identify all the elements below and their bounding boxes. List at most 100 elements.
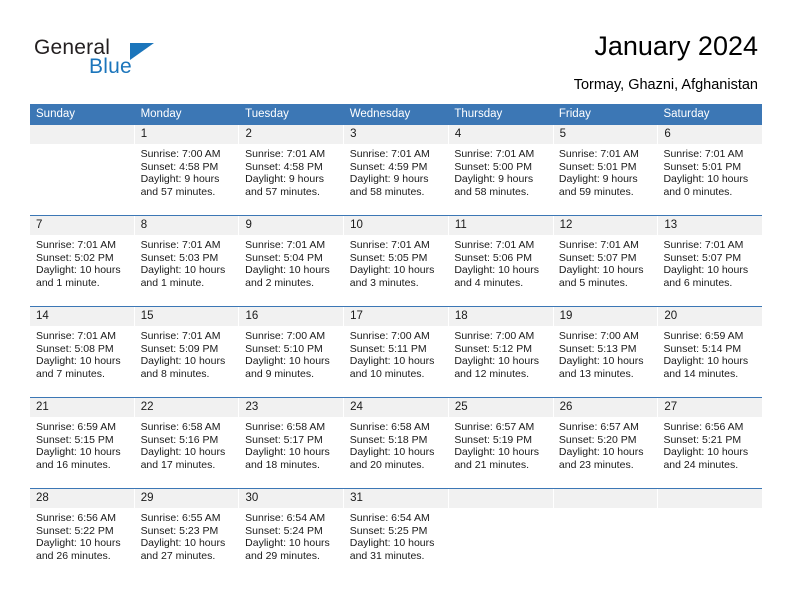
daylight-text-cont: and 27 minutes.: [140, 549, 216, 562]
calendar-week-row: 21 22 23 24 25 26 27 Sunrise: 6:59 AM Sunset: 5:…: [30, 397, 762, 488]
calendar-grid: Sunday Monday Tuesday Wednesday Thursday Frid…: [30, 104, 762, 578]
day-number-12[interactable]: 12: [554, 216, 659, 235]
day-number-24[interactable]: 24: [344, 398, 449, 417]
sunset-text: Sunset: 4:58 PM: [245, 160, 323, 173]
day-number-empty: [449, 489, 554, 508]
day-cell-1[interactable]: Sunrise: 7:00 AM Sunset: 4:58 PM Daylight:…: [135, 144, 240, 215]
sunset-text: Sunset: 5:21 PM: [663, 433, 742, 446]
daylight-text-cont: and 17 minutes.: [140, 458, 216, 471]
day-number-28[interactable]: 28: [30, 489, 135, 508]
sunrise-text: Sunrise: 6:58 AM: [245, 421, 326, 433]
day-cell-22[interactable]: Sunrise: 6:58 AM Sunset: 5:16 PM Daylight:…: [135, 417, 240, 488]
day-cell-6[interactable]: Sunrise: 7:01 AM Sunset: 5:01 PM Daylight:…: [657, 144, 762, 215]
day-number-17[interactable]: 17: [344, 307, 449, 326]
daylight-text-cont: and 26 minutes.: [36, 549, 111, 562]
sunset-text: Sunset: 5:17 PM: [245, 433, 323, 446]
sunset-text: Sunset: 5:22 PM: [36, 524, 114, 537]
sunset-text: Sunset: 4:59 PM: [349, 160, 428, 173]
day-number-7[interactable]: 7: [30, 216, 135, 235]
daylight-text: Daylight: 10 hours: [140, 264, 226, 277]
sunset-text: Sunset: 5:20 PM: [558, 433, 637, 446]
weekday-header-row: Sunday Monday Tuesday Wednesday Thursday Frid…: [30, 104, 762, 125]
day-cell-30[interactable]: Sunrise: 6:54 AM Sunset: 5:24 PM Daylight:…: [239, 508, 344, 578]
day-cell-2[interactable]: Sunrise: 7:01 AM Sunset: 4:58 PM Daylight:…: [239, 144, 344, 215]
day-cell-4[interactable]: Sunrise: 7:01 AM Sunset: 5:00 PM Daylight:…: [448, 144, 553, 215]
day-cell-23[interactable]: Sunrise: 6:58 AM Sunset: 5:17 PM Daylight:…: [239, 417, 344, 488]
day-number-25[interactable]: 25: [449, 398, 554, 417]
day-number-15[interactable]: 15: [135, 307, 240, 326]
day-number-27[interactable]: 27: [658, 398, 762, 417]
sunset-text: Sunset: 5:07 PM: [558, 251, 637, 264]
day-cell-24[interactable]: Sunrise: 6:58 AM Sunset: 5:18 PM Daylight:…: [344, 417, 449, 488]
day-number-18[interactable]: 18: [449, 307, 554, 326]
day-cell-28[interactable]: Sunrise: 6:56 AM Sunset: 5:22 PM Daylight:…: [30, 508, 135, 578]
sunset-text: Sunset: 5:03 PM: [140, 251, 219, 264]
day-number-19[interactable]: 19: [554, 307, 659, 326]
day-cell-31[interactable]: Sunrise: 6:54 AM Sunset: 5:25 PM Daylight:…: [344, 508, 449, 578]
day-detail-row: Sunrise: 7:01 AM Sunset: 5:08 PM Daylight:…: [30, 326, 762, 397]
day-cell-19[interactable]: Sunrise: 7:00 AM Sunset: 5:13 PM Daylight:…: [553, 326, 658, 397]
day-cell-26[interactable]: Sunrise: 6:57 AM Sunset: 5:20 PM Daylight:…: [553, 417, 658, 488]
sunset-text: Sunset: 5:12 PM: [454, 342, 532, 355]
day-number-10[interactable]: 10: [344, 216, 449, 235]
day-cell-14[interactable]: Sunrise: 7:01 AM Sunset: 5:08 PM Daylight:…: [30, 326, 135, 397]
day-cell-17[interactable]: Sunrise: 7:00 AM Sunset: 5:11 PM Daylight:…: [344, 326, 449, 397]
day-number-21[interactable]: 21: [30, 398, 135, 417]
day-cell-7[interactable]: Sunrise: 7:01 AM Sunset: 5:02 PM Daylight:…: [30, 235, 135, 306]
daylight-text-cont: and 5 minutes.: [558, 276, 628, 289]
sunrise-text: Sunrise: 7:01 AM: [663, 148, 744, 160]
day-number-5[interactable]: 5: [554, 125, 659, 144]
day-cell-12[interactable]: Sunrise: 7:01 AM Sunset: 5:07 PM Daylight:…: [553, 235, 658, 306]
daylight-text-cont: and 59 minutes.: [558, 185, 634, 198]
day-number-2[interactable]: 2: [239, 125, 345, 144]
day-cell-5[interactable]: Sunrise: 7:01 AM Sunset: 5:01 PM Daylight:…: [553, 144, 658, 215]
sunset-text: Sunset: 5:10 PM: [245, 342, 323, 355]
day-number-9[interactable]: 9: [239, 216, 345, 235]
day-number-8[interactable]: 8: [135, 216, 240, 235]
day-number-4[interactable]: 4: [449, 125, 554, 144]
day-number-3[interactable]: 3: [344, 125, 449, 144]
day-cell-21[interactable]: Sunrise: 6:59 AM Sunset: 5:15 PM Daylight:…: [30, 417, 135, 488]
day-number-11[interactable]: 11: [449, 216, 554, 235]
day-number-29[interactable]: 29: [135, 489, 240, 508]
day-number-20[interactable]: 20: [658, 307, 762, 326]
sunrise-text: Sunrise: 7:01 AM: [245, 148, 326, 160]
day-cell-29[interactable]: Sunrise: 6:55 AM Sunset: 5:23 PM Daylight:…: [135, 508, 240, 578]
day-cell-13[interactable]: Sunrise: 7:01 AM Sunset: 5:07 PM Daylight:…: [657, 235, 762, 306]
day-cell-11[interactable]: Sunrise: 7:01 AM Sunset: 5:06 PM Daylight:…: [448, 235, 553, 306]
day-number-14[interactable]: 14: [30, 307, 135, 326]
sunset-text: Sunset: 5:16 PM: [140, 433, 219, 446]
day-cell-27[interactable]: Sunrise: 6:56 AM Sunset: 5:21 PM Daylight:…: [657, 417, 762, 488]
daylight-text-cont: and 21 minutes.: [454, 458, 530, 471]
day-number-30[interactable]: 30: [239, 489, 345, 508]
day-cell-16[interactable]: Sunrise: 7:00 AM Sunset: 5:10 PM Daylight:…: [239, 326, 344, 397]
sunrise-text: Sunrise: 6:57 AM: [558, 421, 639, 433]
day-cell-8[interactable]: Sunrise: 7:01 AM Sunset: 5:03 PM Daylight:…: [135, 235, 240, 306]
day-number-16[interactable]: 16: [239, 307, 345, 326]
sunset-text: Sunset: 5:05 PM: [349, 251, 428, 264]
day-number-1[interactable]: 1: [135, 125, 240, 144]
day-number-31[interactable]: 31: [344, 489, 449, 508]
day-cell-18[interactable]: Sunrise: 7:00 AM Sunset: 5:12 PM Daylight:…: [448, 326, 553, 397]
day-number-13[interactable]: 13: [658, 216, 762, 235]
day-number-6[interactable]: 6: [658, 125, 762, 144]
day-number-22[interactable]: 22: [135, 398, 240, 417]
day-cell-25[interactable]: Sunrise: 6:57 AM Sunset: 5:19 PM Daylight:…: [448, 417, 553, 488]
sunrise-text: Sunrise: 6:56 AM: [36, 512, 116, 524]
day-cell-15[interactable]: Sunrise: 7:01 AM Sunset: 5:09 PM Daylight:…: [135, 326, 240, 397]
sunset-text: Sunset: 5:01 PM: [558, 160, 637, 173]
day-cell-10[interactable]: Sunrise: 7:01 AM Sunset: 5:05 PM Daylight:…: [344, 235, 449, 306]
weekday-header-sunday: Sunday: [36, 108, 76, 120]
daylight-text: Daylight: 10 hours: [140, 537, 226, 550]
day-cell-20[interactable]: Sunrise: 6:59 AM Sunset: 5:14 PM Daylight:…: [657, 326, 762, 397]
day-number-23[interactable]: 23: [239, 398, 345, 417]
day-cell-3[interactable]: Sunrise: 7:01 AM Sunset: 4:59 PM Daylight:…: [344, 144, 449, 215]
brand-logo[interactable]: General Blue: [34, 36, 234, 92]
day-cell-9[interactable]: Sunrise: 7:01 AM Sunset: 5:04 PM Daylight:…: [239, 235, 344, 306]
daylight-text: Daylight: 10 hours: [140, 355, 226, 368]
weekday-header-thursday: Thursday: [454, 108, 503, 120]
daylight-text-cont: and 58 minutes.: [349, 185, 425, 198]
daylight-text-cont: and 20 minutes.: [349, 458, 425, 471]
daylight-text: Daylight: 10 hours: [245, 446, 330, 459]
day-number-26[interactable]: 26: [554, 398, 659, 417]
